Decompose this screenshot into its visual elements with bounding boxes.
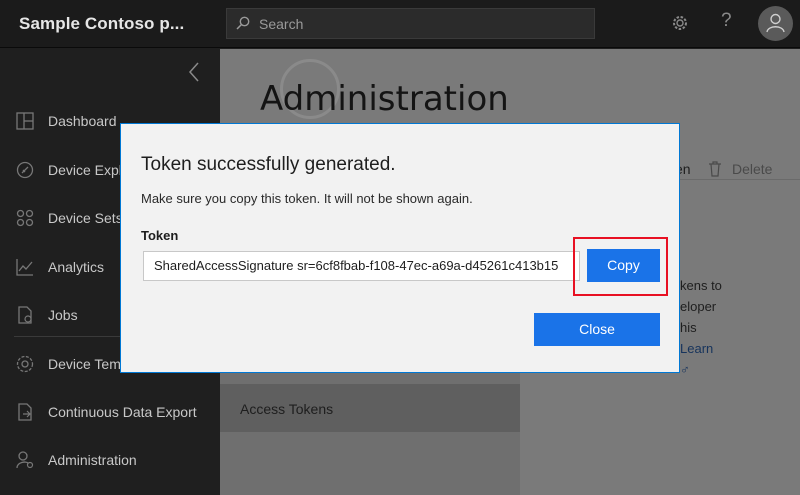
token-field[interactable]: SharedAccessSignature sr=6cf8fbab-f108-4… <box>143 251 580 281</box>
sidebar-item-label: Dashboard <box>48 113 117 129</box>
close-button[interactable]: Close <box>534 313 660 346</box>
dialog-title: Token successfully generated. <box>141 154 396 175</box>
external-link-icon: ♂ <box>680 362 690 377</box>
search-box[interactable]: Search <box>226 8 595 39</box>
user-icon <box>766 13 785 33</box>
hint-text: kens to eloper his Learn ♂ <box>680 275 722 380</box>
device-explorer-icon <box>16 161 34 179</box>
copy-button[interactable]: Copy <box>587 249 660 282</box>
dialog-message: Make sure you copy this token. It will n… <box>141 191 473 206</box>
token-dialog: Token successfully generated. Make sure … <box>120 123 680 373</box>
hint-line: kens to <box>680 278 722 293</box>
submenu-item-label: Access Tokens <box>240 401 334 417</box>
data-export-icon <box>18 403 32 421</box>
hint-line: his <box>680 320 697 335</box>
trash-icon <box>709 161 721 177</box>
sidebar-item-label: Device Sets <box>48 210 123 226</box>
sidebar-item-label: Device Explo <box>48 162 130 178</box>
learn-link[interactable]: Learn <box>680 338 722 359</box>
app-title[interactable]: Sample Contoso p... <box>19 14 184 34</box>
gear-icon[interactable] <box>670 13 690 33</box>
sidebar-item-label: Administration <box>48 452 137 468</box>
sidebar-item-label: Device Tem <box>48 356 121 372</box>
top-bar: Sample Contoso p... Search ? <box>0 0 800 48</box>
hint-line: eloper <box>680 299 717 314</box>
analytics-icon <box>16 259 33 276</box>
token-label: Token <box>141 228 179 243</box>
sidebar-item-data-export[interactable]: Continuous Data Export <box>0 397 220 427</box>
search-placeholder: Search <box>259 16 304 32</box>
page-title: Administration <box>260 79 509 119</box>
search-icon <box>236 16 250 30</box>
sidebar-item-label: Continuous Data Export <box>48 404 197 420</box>
dashboard-icon <box>16 112 34 130</box>
device-sets-icon <box>16 209 34 227</box>
help-icon[interactable]: ? <box>721 10 732 32</box>
chevron-left-icon[interactable] <box>187 61 201 83</box>
jobs-icon <box>18 306 32 324</box>
sidebar-item-label: Jobs <box>48 307 78 323</box>
delete-button[interactable]: Delete <box>732 161 772 177</box>
device-templates-icon <box>16 355 34 373</box>
sidebar-item-label: Analytics <box>48 259 105 275</box>
avatar[interactable] <box>758 6 793 41</box>
administration-icon <box>16 451 34 469</box>
sidebar-item-administration[interactable]: Administration <box>0 445 220 475</box>
